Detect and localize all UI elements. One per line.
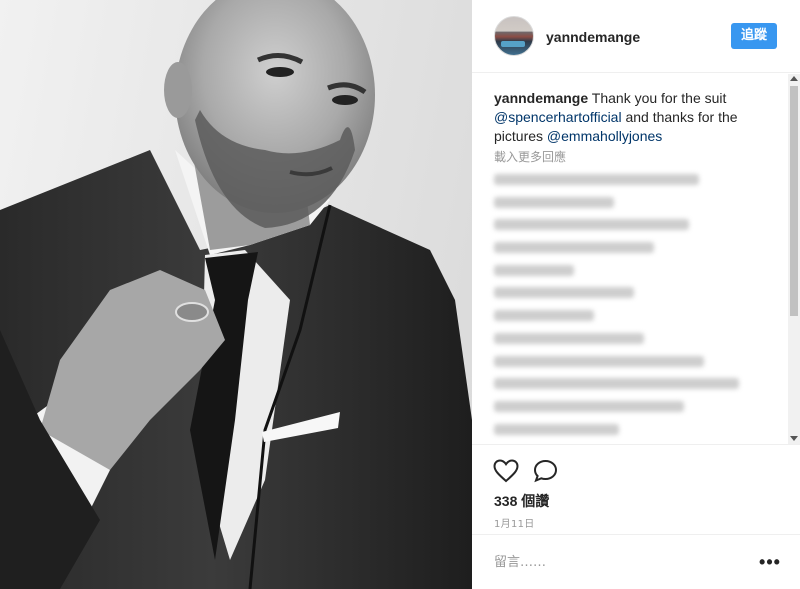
comment-input[interactable] (494, 549, 744, 575)
scrollbar-thumb[interactable] (790, 86, 798, 316)
scroll-down-arrow-icon[interactable] (790, 436, 798, 441)
portrait-image (0, 0, 472, 589)
post-date: 1月11日 (494, 519, 535, 530)
blurred-comment (494, 196, 614, 208)
like-button[interactable] (492, 459, 520, 485)
blurred-comment (494, 332, 644, 344)
post-caption: yanndemange Thank you for the suit @spen… (494, 89, 784, 146)
post-photo (0, 0, 472, 589)
heart-icon (493, 459, 519, 483)
blurred-comment (494, 287, 634, 299)
caption-mention-emmahollyjones[interactable]: @emmahollyjones (547, 128, 662, 144)
blurred-comment (494, 242, 654, 254)
avatar-pool-detail (501, 41, 525, 47)
blurred-comment (494, 219, 689, 231)
post-detail-panel: yanndemange 追蹤 yanndemange Thank you for… (472, 0, 800, 589)
blurred-comment (494, 355, 704, 367)
ellipsis-icon: ••• (759, 552, 781, 572)
blurred-comment (494, 264, 574, 276)
comment-button[interactable] (532, 459, 560, 485)
caption-username[interactable]: yanndemange (494, 90, 588, 106)
likes-count[interactable]: 338 個讚 (494, 491, 549, 511)
blurred-comment-list (494, 174, 784, 444)
speech-bubble-icon (533, 459, 558, 483)
follow-button[interactable]: 追蹤 (731, 23, 777, 49)
scroll-up-arrow-icon[interactable] (790, 76, 798, 81)
blurred-comment (494, 310, 594, 322)
blurred-comment (494, 423, 619, 435)
blurred-comment (494, 174, 699, 185)
caption-mention-spencerhart[interactable]: @spencerhartofficial (494, 109, 622, 125)
comments-scrollbar[interactable] (788, 74, 800, 444)
avatar[interactable] (494, 16, 534, 56)
post-actions: 338 個讚 1月11日 (472, 444, 800, 534)
load-more-comments-link[interactable]: 載入更多回應 (494, 148, 566, 165)
username-link[interactable]: yanndemange (546, 29, 640, 45)
post-header: yanndemange 追蹤 (472, 0, 800, 73)
comments-section: yanndemange Thank you for the suit @spen… (472, 74, 800, 444)
add-comment-section: ••• (472, 534, 800, 589)
caption-text-1: Thank you for the suit (588, 90, 727, 106)
blurred-comment (494, 400, 684, 412)
blurred-comment (494, 378, 739, 390)
more-options-button[interactable]: ••• (758, 553, 782, 571)
